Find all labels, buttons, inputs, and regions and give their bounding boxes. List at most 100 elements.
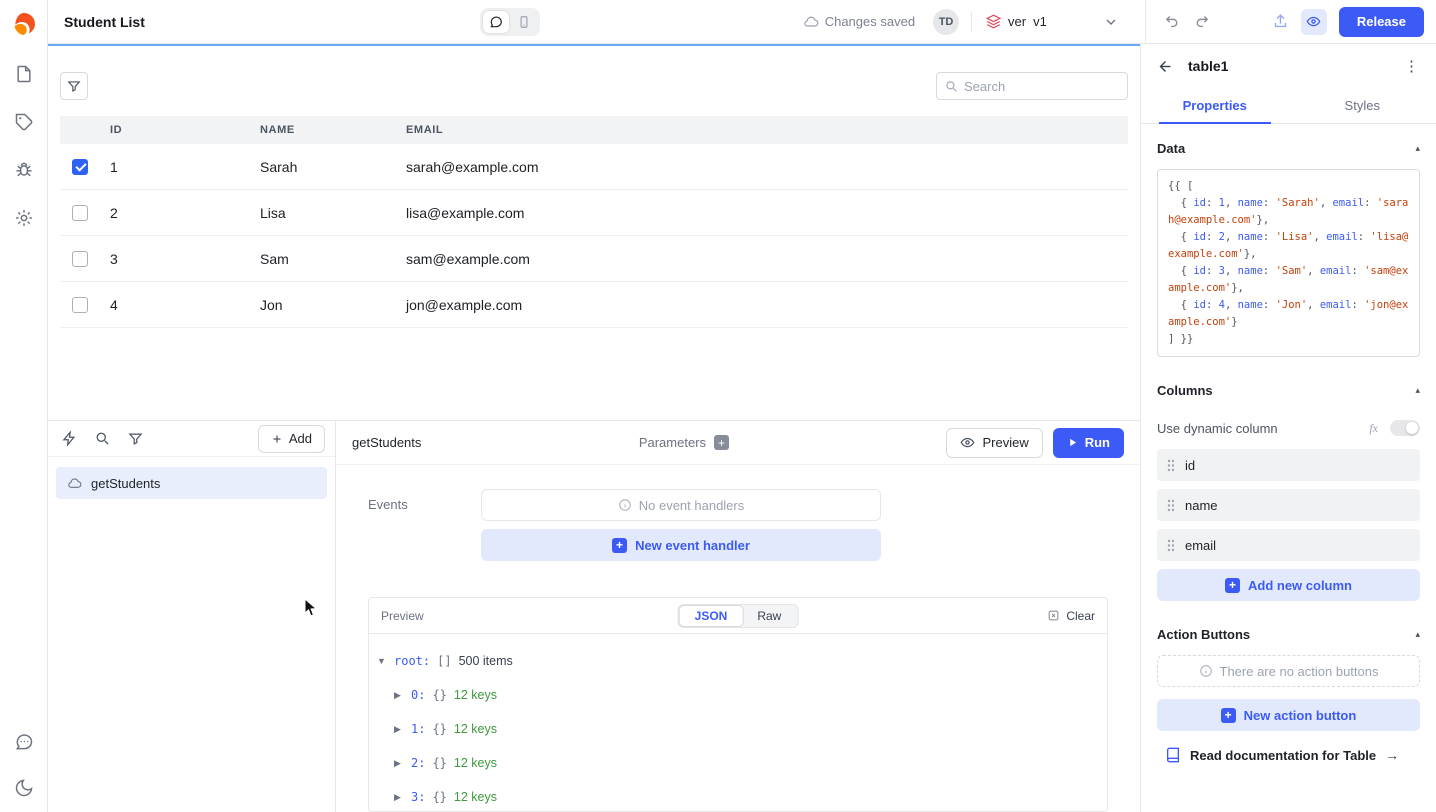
clear-response-button[interactable]: Clear (1047, 609, 1095, 623)
new-event-handler-button[interactable]: + New event handler (481, 529, 881, 561)
topbar-panel-divider (1145, 0, 1146, 44)
table-header-email[interactable]: EMAIL (396, 124, 1128, 136)
section-columns-header[interactable]: Columns ▴ (1157, 357, 1420, 411)
parameters-label: Parameters (639, 435, 706, 450)
caret-right-icon: ▶ (394, 792, 404, 803)
filter-icon[interactable] (128, 431, 143, 446)
plus-icon (271, 433, 283, 445)
caret-right-icon: ▶ (394, 690, 404, 701)
canvas: ID NAME EMAIL 1 Sarah sarah@example.com … (48, 44, 1140, 420)
section-action-buttons-header[interactable]: Action Buttons ▴ (1157, 601, 1420, 655)
tree-key: 2: (411, 756, 425, 770)
redo-icon[interactable] (1193, 13, 1210, 30)
quick-action-icon[interactable] (62, 431, 77, 446)
table-search-input[interactable] (964, 79, 1119, 94)
eye-icon (960, 435, 975, 450)
table-row[interactable]: 3 Sam sam@example.com (60, 236, 1128, 282)
row-checkbox[interactable] (72, 205, 88, 221)
table-row[interactable]: 4 Jon jon@example.com (60, 282, 1128, 328)
run-button[interactable]: Run (1053, 428, 1124, 458)
chevron-down-icon[interactable] (1103, 14, 1119, 30)
tab-raw[interactable]: Raw (742, 606, 796, 626)
user-avatar[interactable]: TD (933, 9, 959, 35)
read-documentation-link[interactable]: Read documentation for Table → (1157, 747, 1420, 763)
chat-help-icon[interactable] (14, 732, 34, 752)
dynamic-column-toggle[interactable] (1390, 420, 1420, 436)
tab-styles[interactable]: Styles (1289, 88, 1436, 123)
left-rail (0, 0, 48, 812)
table-data-code-editor[interactable]: {{ [ { id: 1, name: 'Sarah', email: 'sar… (1157, 169, 1420, 357)
dark-mode-moon-icon[interactable] (14, 778, 34, 798)
drag-handle-icon[interactable] (1167, 499, 1175, 512)
clear-icon (1047, 609, 1060, 622)
branch-selector[interactable]: ver v1 (986, 14, 1047, 29)
share-icon[interactable] (1272, 13, 1289, 30)
new-action-button[interactable]: + New action button (1157, 699, 1420, 731)
kebab-menu-icon[interactable]: ⋮ (1404, 57, 1420, 75)
caret-up-icon: ▴ (1415, 629, 1420, 640)
tab-json[interactable]: JSON (679, 605, 744, 627)
tree-type: {} (432, 790, 446, 804)
cell-name: Sarah (250, 159, 396, 175)
table-row[interactable]: 2 Lisa lisa@example.com (60, 190, 1128, 236)
query-editor-panel: getStudents Parameters + Preview (336, 421, 1140, 812)
column-item-email[interactable]: email (1157, 529, 1420, 561)
section-data-header[interactable]: Data ▴ (1157, 124, 1420, 169)
json-tree-node[interactable]: ▶ 0: {} 12 keys (377, 678, 1099, 712)
row-checkbox[interactable] (72, 297, 88, 313)
drag-handle-icon[interactable] (1167, 539, 1175, 552)
column-item-name[interactable]: name (1157, 489, 1420, 521)
caret-right-icon: ▶ (394, 758, 404, 769)
tree-meta: 500 items (459, 654, 513, 668)
drag-handle-icon[interactable] (1167, 459, 1175, 472)
tree-meta: 12 keys (454, 790, 497, 804)
section-data-title: Data (1157, 141, 1185, 156)
column-label: name (1185, 498, 1218, 513)
table-header-id[interactable]: ID (100, 124, 250, 136)
tree-type: [] (437, 654, 451, 668)
widget-selection-line (48, 44, 1140, 46)
fx-binding-icon[interactable]: fx (1369, 421, 1378, 436)
search-icon[interactable] (95, 431, 110, 446)
run-button-label: Run (1085, 435, 1110, 450)
table-filter-button[interactable] (60, 72, 88, 100)
add-parameter-icon[interactable]: + (714, 435, 729, 450)
json-tree: ▼ root: [] 500 items ▶ 0: {} (369, 634, 1107, 811)
json-tree-root[interactable]: ▼ root: [] 500 items (377, 644, 1099, 678)
bug-icon[interactable] (14, 160, 34, 180)
row-checkbox[interactable] (72, 251, 88, 267)
row-checkbox[interactable] (72, 159, 88, 175)
json-tree-node[interactable]: ▶ 3: {} 12 keys (377, 780, 1099, 811)
settings-gear-icon[interactable] (14, 208, 34, 228)
caret-up-icon: ▴ (1415, 385, 1420, 396)
property-tabs: Properties Styles (1141, 88, 1436, 124)
query-item-label: getStudents (91, 476, 160, 491)
table-header-name[interactable]: NAME (250, 124, 396, 136)
query-list-item-getstudents[interactable]: getStudents (56, 467, 327, 499)
json-tree-node[interactable]: ▶ 1: {} 12 keys (377, 712, 1099, 746)
column-item-id[interactable]: id (1157, 449, 1420, 481)
preview-eye-button[interactable] (1301, 9, 1327, 35)
preview-button[interactable]: Preview (946, 428, 1042, 458)
undo-icon[interactable] (1164, 13, 1181, 30)
tree-key: 1: (411, 722, 425, 736)
clear-label: Clear (1066, 609, 1095, 623)
tree-key: 0: (411, 688, 425, 702)
mobile-preview-button[interactable] (511, 11, 537, 33)
tag-icon[interactable] (14, 112, 34, 132)
release-button[interactable]: Release (1339, 7, 1424, 37)
json-tree-node[interactable]: ▶ 2: {} 12 keys (377, 746, 1099, 780)
save-status-label: Changes saved (825, 14, 915, 29)
back-arrow-icon[interactable] (1157, 58, 1174, 75)
tab-properties[interactable]: Properties (1141, 88, 1289, 123)
add-new-column-button[interactable]: + Add new column (1157, 569, 1420, 601)
table-row[interactable]: 1 Sarah sarah@example.com (60, 144, 1128, 190)
add-query-button[interactable]: Add (258, 425, 325, 453)
cell-name: Jon (250, 297, 396, 313)
preview-button-label: Preview (982, 435, 1028, 450)
cell-email: sarah@example.com (396, 159, 1128, 175)
cell-id: 3 (100, 251, 250, 267)
editor-icon[interactable] (14, 64, 34, 84)
comment-mode-button[interactable] (483, 11, 509, 33)
info-icon (1199, 664, 1213, 678)
